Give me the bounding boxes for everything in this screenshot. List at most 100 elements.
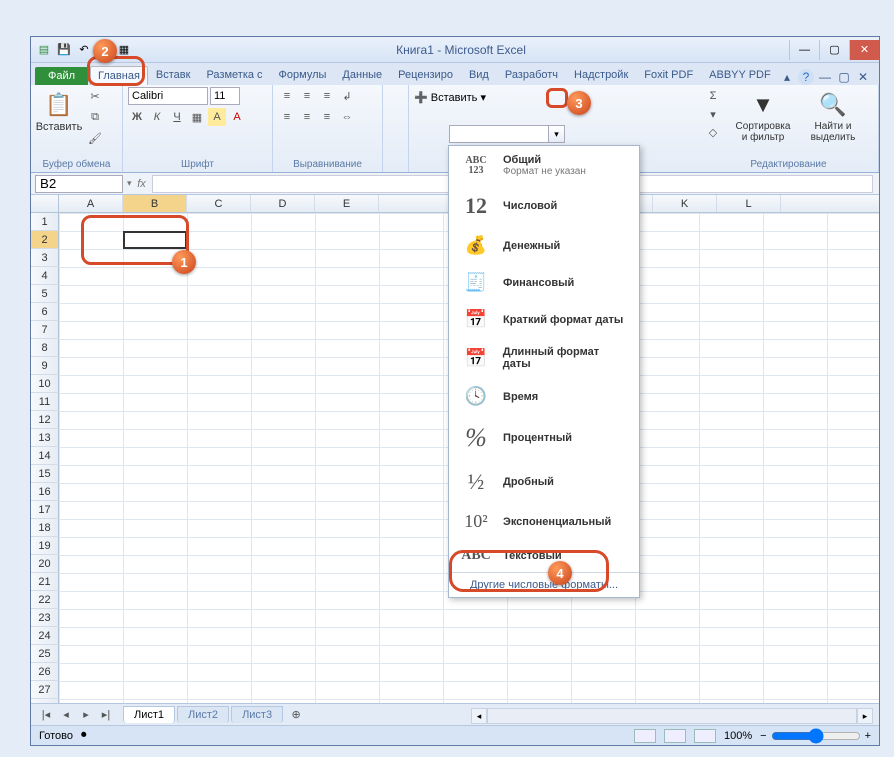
tab-dev[interactable]: Разработч [497,65,566,85]
col-C[interactable]: C [187,195,251,212]
tab-data[interactable]: Данные [334,65,390,85]
wrap-icon[interactable]: ↲ [338,87,356,105]
row-7[interactable]: 7 [31,321,59,339]
tab-review[interactable]: Рецензиро [390,65,461,85]
format-option-7[interactable]: %Процентный [449,415,639,461]
row-4[interactable]: 4 [31,267,59,285]
format-option-1[interactable]: 12Числовой [449,185,639,227]
sheet-next-icon[interactable]: ▸ [77,706,95,724]
sort-filter-button[interactable]: ▼ Сортировка и фильтр [732,87,794,143]
align-mid-icon[interactable]: ≡ [298,87,316,105]
col-E[interactable]: E [315,195,379,212]
sheet-tab-3[interactable]: Лист3 [231,706,283,723]
format-option-6[interactable]: 🕓Время [449,378,639,415]
italic-button[interactable]: К [148,108,166,126]
row-20[interactable]: 20 [31,555,59,573]
col-L[interactable]: L [717,195,781,212]
add-sheet-icon[interactable]: ⊕ [287,706,305,724]
fx-icon[interactable]: fx [132,178,152,190]
format-option-8[interactable]: ½Дробный [449,461,639,503]
font-name-input[interactable] [128,87,208,105]
col-D[interactable]: D [251,195,315,212]
tab-home[interactable]: Главная [90,66,148,85]
help-icon[interactable]: ? [798,69,814,85]
row-6[interactable]: 6 [31,303,59,321]
row-18[interactable]: 18 [31,519,59,537]
clear-icon[interactable]: ◇ [704,123,722,141]
number-format-input[interactable] [449,125,549,143]
format-option-4[interactable]: 📅Краткий формат даты [449,301,639,338]
sheet-prev-icon[interactable]: ◂ [57,706,75,724]
tab-addins[interactable]: Надстройк [566,65,636,85]
doc-min-icon[interactable]: — [817,69,833,85]
format-option-3[interactable]: 🧾Финансовый [449,264,639,301]
view-normal-button[interactable] [634,729,656,743]
sheet-tab-1[interactable]: Лист1 [123,706,175,723]
paste-button[interactable]: 📋 Вставить [36,87,82,133]
view-layout-button[interactable] [664,729,686,743]
horizontal-scrollbar[interactable]: ◂ ▸ [471,707,873,725]
qat-extra-icon[interactable]: ▦ [115,41,133,59]
sheet-tab-2[interactable]: Лист2 [177,706,229,723]
macro-record-icon[interactable]: ⏺ [81,729,87,742]
row-8[interactable]: 8 [31,339,59,357]
row-11[interactable]: 11 [31,393,59,411]
row-5[interactable]: 5 [31,285,59,303]
row-1[interactable]: 1 [31,213,59,231]
number-format-combo[interactable]: ▾ [449,125,565,143]
border-icon[interactable]: ▦ [188,108,206,126]
maximize-button[interactable]: ▢ [819,40,849,60]
row-25[interactable]: 25 [31,645,59,663]
zoom-slider[interactable] [771,728,861,744]
row-12[interactable]: 12 [31,411,59,429]
underline-button[interactable]: Ч [168,108,186,126]
tab-view[interactable]: Вид [461,65,497,85]
zoom-out-button[interactable]: − [760,730,766,742]
format-more-link[interactable]: Другие числовые форматы... [449,572,639,597]
row-14[interactable]: 14 [31,447,59,465]
font-size-input[interactable] [210,87,240,105]
align-bot-icon[interactable]: ≡ [318,87,336,105]
redo-icon[interactable]: ↷ [95,41,113,59]
tab-foxit[interactable]: Foxit PDF [636,65,701,85]
row-9[interactable]: 9 [31,357,59,375]
row-3[interactable]: 3 [31,249,59,267]
row-19[interactable]: 19 [31,537,59,555]
doc-close-icon[interactable]: ✕ [855,69,871,85]
sheet-last-icon[interactable]: ▸| [97,706,115,724]
format-painter-icon[interactable]: 🖌 [86,129,104,147]
row-26[interactable]: 26 [31,663,59,681]
row-13[interactable]: 13 [31,429,59,447]
cut-icon[interactable]: ✂ [86,87,104,105]
close-button[interactable]: ✕ [849,40,879,60]
find-select-button[interactable]: 🔍 Найти и выделить [804,87,862,143]
format-option-10[interactable]: ABCТекстовый [449,540,639,572]
row-16[interactable]: 16 [31,483,59,501]
undo-icon[interactable]: ↶ [75,41,93,59]
minimize-button[interactable]: — [789,40,819,60]
number-format-dropdown-button[interactable]: ▾ [549,125,565,143]
save-icon[interactable]: 💾 [55,41,73,59]
row-15[interactable]: 15 [31,465,59,483]
tab-insert[interactable]: Вставк [148,65,199,85]
col-B[interactable]: B [123,195,187,212]
sheet-first-icon[interactable]: |◂ [37,706,55,724]
scroll-left-icon[interactable]: ◂ [471,708,487,724]
tab-abbyy[interactable]: ABBYY PDF [701,65,779,85]
ribbon-minimize-icon[interactable]: ▴ [779,69,795,85]
tab-layout[interactable]: Разметка с [198,65,270,85]
row-27[interactable]: 27 [31,681,59,699]
align-right-icon[interactable]: ≡ [318,108,336,126]
zoom-in-button[interactable]: + [865,730,871,742]
col-A[interactable]: A [59,195,123,212]
row-22[interactable]: 22 [31,591,59,609]
row-17[interactable]: 17 [31,501,59,519]
tab-file[interactable]: Файл [35,67,88,85]
selected-cell[interactable] [123,231,187,249]
zoom-level[interactable]: 100% [724,730,752,742]
align-top-icon[interactable]: ≡ [278,87,296,105]
scroll-right-icon[interactable]: ▸ [857,708,873,724]
view-break-button[interactable] [694,729,716,743]
align-left-icon[interactable]: ≡ [278,108,296,126]
align-center-icon[interactable]: ≡ [298,108,316,126]
